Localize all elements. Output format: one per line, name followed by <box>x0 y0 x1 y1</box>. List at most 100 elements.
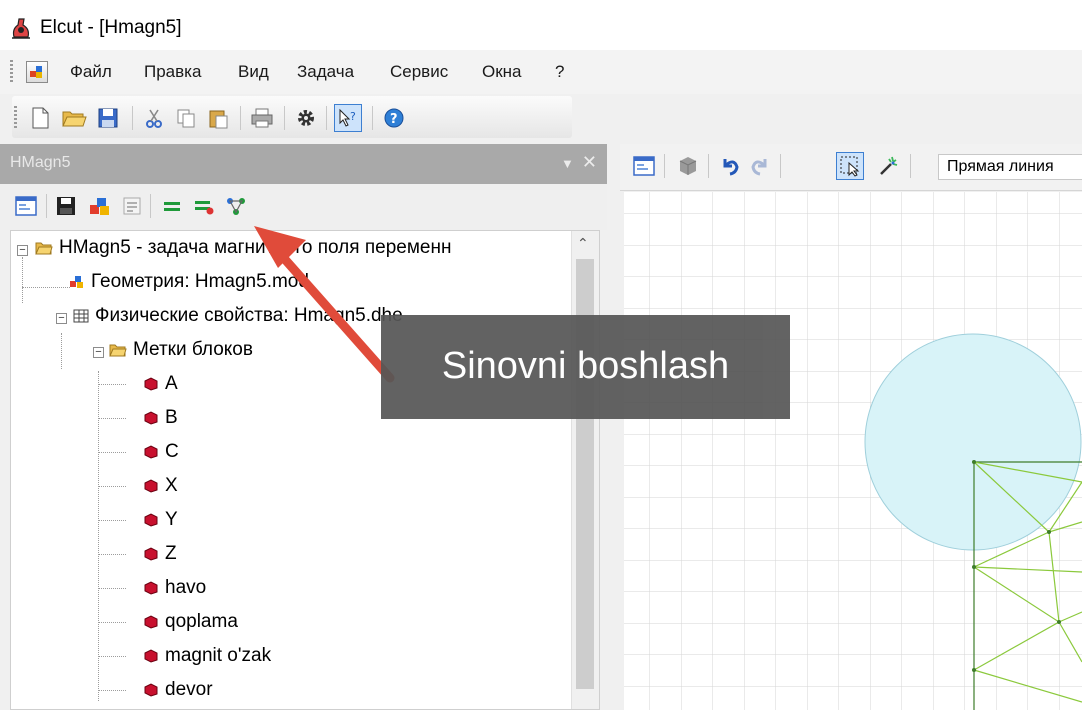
tree-connector <box>98 690 126 691</box>
elcut-app-icon[interactable] <box>10 15 32 39</box>
block-label-icon <box>144 377 158 391</box>
tree-connector <box>98 520 126 521</box>
panel-splitter[interactable] <box>607 144 620 710</box>
tree-item-block-label[interactable]: havo <box>143 577 206 599</box>
solve-icon[interactable] <box>158 192 186 220</box>
redo-icon[interactable] <box>746 152 774 180</box>
panel-dropdown-icon[interactable]: ▼ <box>561 156 574 171</box>
annotation-callout: Sinovni boshlash <box>381 315 790 419</box>
tree-node-problem[interactable]: HMagn5 - задача магнитного поля переменн <box>35 237 451 259</box>
geometry-editor: Прямая линия <box>620 144 1082 710</box>
main-toolbar: ? ? <box>0 94 1082 144</box>
cube-icon[interactable] <box>674 152 702 180</box>
toolbar-strip: ? ? <box>12 96 572 138</box>
tree-node-label: Метки блоков <box>133 339 253 360</box>
menu-file[interactable]: Файл <box>70 62 112 82</box>
settings-gear-icon[interactable] <box>292 104 320 132</box>
tree-item-block-label[interactable]: Y <box>143 509 178 531</box>
panel-toolbar <box>0 184 607 230</box>
table-icon <box>73 309 89 323</box>
cut-icon[interactable] <box>140 104 168 132</box>
menu-grip[interactable] <box>10 60 13 84</box>
tree-item-block-label[interactable]: B <box>143 407 178 429</box>
line-type-select[interactable]: Прямая линия <box>938 154 1082 180</box>
circle-region[interactable] <box>864 333 1082 551</box>
geometry-icon <box>70 276 83 288</box>
tree-connector <box>61 333 62 369</box>
panel-header: HMagn5 ▼ ✕ <box>0 144 607 184</box>
save-icon[interactable] <box>94 104 122 132</box>
context-help-icon[interactable]: ? <box>334 104 362 132</box>
tree-connector <box>98 452 126 453</box>
panel-close-icon[interactable]: ✕ <box>582 152 597 172</box>
magic-wand-icon[interactable] <box>874 152 902 180</box>
menu-service[interactable]: Сервис <box>390 62 448 82</box>
tree-collapse-toggle[interactable]: − <box>56 313 67 324</box>
open-folder-icon <box>109 344 127 357</box>
menu-task[interactable]: Задача <box>297 62 354 82</box>
window-title: Elcut - [Hmagn5] <box>40 17 182 38</box>
tree-item-label: magnit o'zak <box>165 645 272 666</box>
scroll-up-icon[interactable]: ⌃ <box>577 235 589 252</box>
tree-scrollbar[interactable]: ⌃ <box>571 231 599 709</box>
tree-node-block-labels[interactable]: Метки блоков <box>109 339 253 361</box>
tree-item-block-label[interactable]: devor <box>143 679 213 701</box>
toolbar-separator <box>780 154 781 178</box>
geometry-canvas[interactable] <box>624 192 1082 710</box>
geometry-drawing <box>624 192 1082 710</box>
tree-collapse-toggle[interactable]: − <box>93 347 104 358</box>
tree-collapse-toggle[interactable]: − <box>17 245 28 256</box>
paste-icon[interactable] <box>204 104 232 132</box>
problem-panel: HMagn5 ▼ ✕ − HMagn5 - задача магнитного … <box>0 144 607 710</box>
open-folder-icon[interactable] <box>60 104 88 132</box>
tree-node-physics[interactable]: Физические свойства: Hmagn5.dhe <box>73 305 403 327</box>
svg-text:?: ? <box>350 110 356 123</box>
tree-item-block-label[interactable]: qoplama <box>143 611 238 633</box>
tree-item-block-label[interactable]: magnit o'zak <box>143 645 271 667</box>
block-label-icon <box>144 581 158 595</box>
tree-node-label: HMagn5 - задача магнитного поля переменн <box>59 237 452 258</box>
copy-icon[interactable] <box>172 104 200 132</box>
block-label-icon <box>144 513 158 527</box>
properties-icon[interactable] <box>118 192 146 220</box>
menu-help[interactable]: ? <box>555 62 564 82</box>
save-icon[interactable] <box>52 192 80 220</box>
title-bar: Elcut - [Hmagn5] <box>0 0 1082 50</box>
tree-item-block-label[interactable]: Z <box>143 543 177 565</box>
geometry-icon[interactable] <box>86 192 114 220</box>
block-label-icon <box>144 683 158 697</box>
document-system-menu-icon[interactable] <box>26 61 48 83</box>
tree-item-label: qoplama <box>165 611 238 632</box>
tree-connector <box>98 486 126 487</box>
tree-node-geometry[interactable]: Геометрия: Hmagn5.mod <box>69 271 309 293</box>
tree-connector <box>22 287 70 288</box>
help-icon[interactable]: ? <box>380 104 408 132</box>
menu-windows[interactable]: Окна <box>482 62 522 82</box>
tree-item-block-label[interactable]: C <box>143 441 179 463</box>
new-document-icon[interactable] <box>26 104 54 132</box>
toolbar-separator <box>150 194 151 218</box>
problem-tree[interactable]: − HMagn5 - задача магнитного поля переме… <box>10 230 600 710</box>
undo-icon[interactable] <box>716 152 744 180</box>
tree-connector <box>98 371 99 701</box>
coupling-icon[interactable] <box>222 192 250 220</box>
toolbar-separator <box>372 106 373 130</box>
window-icon[interactable] <box>630 152 658 180</box>
block-label-icon <box>144 615 158 629</box>
tree-item-label: Z <box>165 543 177 564</box>
select-icon[interactable] <box>836 152 864 180</box>
menu-edit[interactable]: Правка <box>144 62 201 82</box>
tree-item-label: C <box>165 441 179 462</box>
solve-all-icon[interactable] <box>190 192 218 220</box>
window-icon[interactable] <box>12 192 40 220</box>
toolbar-grip[interactable] <box>14 106 17 130</box>
toolbar-separator <box>326 106 327 130</box>
tree-item-block-label[interactable]: X <box>143 475 178 497</box>
menu-view[interactable]: Вид <box>238 62 269 82</box>
print-icon[interactable] <box>248 104 276 132</box>
menu-bar: Файл Правка Вид Задача Сервис Окна ? <box>0 50 1082 94</box>
toolbar-separator <box>284 106 285 130</box>
editor-toolbar: Прямая линия <box>620 144 1082 191</box>
tree-item-block-label[interactable]: A <box>143 373 178 395</box>
tree-node-label: Геометрия: Hmagn5.mod <box>91 271 309 292</box>
